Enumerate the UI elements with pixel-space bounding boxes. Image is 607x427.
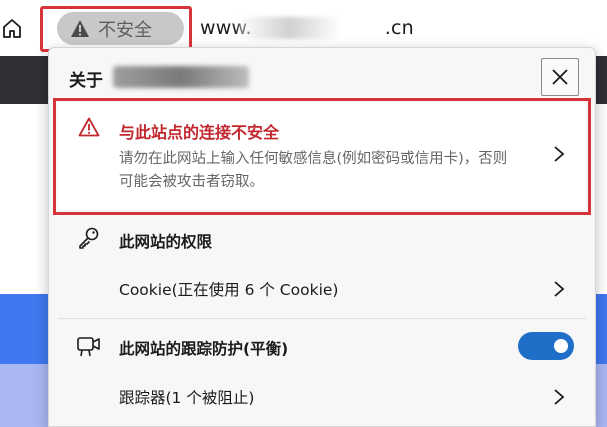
warning-description: 请勿在此网站上输入任何敏感信息(例如密码或信用卡)，否则可能会被攻击者窃取。 <box>119 151 508 190</box>
connection-warning-card[interactable]: 与此站点的连接不安全 请勿在此网站上输入任何敏感信息(例如密码或信用卡)，否则可… <box>58 103 586 210</box>
url-suffix: .cn <box>384 17 414 39</box>
section-divider <box>58 318 586 319</box>
cookie-row[interactable]: Cookie(正在使用 6 个 Cookie) <box>58 268 586 308</box>
chevron-right-icon <box>554 146 565 162</box>
url-redaction <box>238 17 341 39</box>
tracking-camera-icon <box>77 337 100 357</box>
cookie-row-label: Cookie(正在使用 6 个 Cookie) <box>119 281 339 299</box>
home-button[interactable] <box>0 14 24 42</box>
chevron-right-icon <box>554 389 565 405</box>
trackers-row-label: 跟踪器(1 个被阻止) <box>119 389 255 407</box>
security-chip[interactable]: 不安全 <box>57 12 184 45</box>
close-button[interactable] <box>541 58 579 96</box>
security-chip-label: 不安全 <box>98 19 152 41</box>
warning-triangle-icon <box>71 20 89 37</box>
tracking-heading: 此网站的跟踪防护(平衡) <box>119 340 289 358</box>
permissions-heading: 此网站的权限 <box>119 233 213 251</box>
trackers-row[interactable]: 跟踪器(1 个被阻止) <box>58 376 586 416</box>
toggle-knob <box>554 339 568 353</box>
home-icon <box>3 19 21 38</box>
close-icon <box>552 69 568 85</box>
popup-title-prefix: 关于 <box>69 71 103 91</box>
site-info-popup: 关于 与此站点的连接不安全 请勿在此网站上输入任何敏感信息(例如密码或信用卡)，… <box>48 47 596 427</box>
warning-title: 与此站点的连接不安全 <box>119 123 280 142</box>
popup-title-redaction <box>113 66 249 88</box>
chevron-right-icon <box>554 281 565 297</box>
tracking-toggle[interactable] <box>518 332 574 360</box>
warning-triangle-icon <box>78 117 100 137</box>
key-icon <box>79 227 99 249</box>
popup-title: 关于 <box>69 66 103 91</box>
